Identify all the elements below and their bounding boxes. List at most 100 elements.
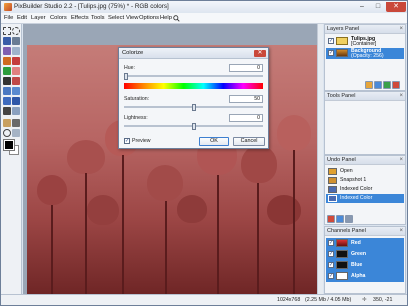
channel-item[interactable]: ✓ Alpha bbox=[326, 271, 404, 282]
lightness-slider-knob[interactable] bbox=[191, 123, 196, 130]
hue-input[interactable]: 0 bbox=[229, 64, 263, 72]
maximize-button[interactable]: □ bbox=[370, 2, 386, 12]
dialog-close-button[interactable]: ✕ bbox=[254, 50, 266, 57]
channels-panel-close-icon[interactable]: × bbox=[399, 227, 403, 236]
hue-slider-knob[interactable] bbox=[124, 73, 128, 80]
undo-item[interactable]: Indexed Color bbox=[326, 185, 404, 194]
tulip-shape bbox=[177, 195, 207, 223]
new-layer-icon[interactable] bbox=[365, 81, 373, 89]
channel-thumbnail bbox=[336, 272, 348, 280]
window-title: PixBuilder Studio 2.2 - [Tulips.jpg (75%… bbox=[14, 3, 169, 10]
pencil-icon[interactable] bbox=[3, 57, 11, 65]
layers-panel-close-icon[interactable]: × bbox=[399, 25, 403, 34]
canvas-scrollbar[interactable] bbox=[317, 24, 323, 294]
layer-buttons bbox=[365, 81, 401, 89]
menu-file[interactable]: File bbox=[4, 15, 13, 21]
channel-checkbox[interactable]: ✓ bbox=[328, 240, 334, 246]
move-icon[interactable] bbox=[12, 37, 20, 45]
gradient-icon[interactable] bbox=[12, 77, 20, 85]
channel-item[interactable]: ✓ Green bbox=[326, 249, 404, 260]
channels-panel: Channels Panel × ✓ Red ✓ Green ✓ Blue ✓ … bbox=[324, 226, 406, 294]
lasso-icon[interactable] bbox=[3, 37, 11, 45]
menu-edit[interactable]: Edit bbox=[17, 15, 27, 21]
visibility-checkbox[interactable]: ✓ bbox=[328, 38, 334, 44]
menu-view[interactable]: View bbox=[126, 15, 138, 21]
clear-history-icon[interactable] bbox=[345, 215, 353, 223]
app-window: PixBuilder Studio 2.2 - [Tulips.jpg (75%… bbox=[0, 0, 408, 306]
ok-button[interactable]: OK bbox=[199, 137, 229, 146]
menu-layer[interactable]: Layer bbox=[31, 15, 46, 21]
eyedropper-icon[interactable] bbox=[3, 119, 11, 127]
dialog-title: Colorize bbox=[122, 50, 144, 56]
history-step-icon bbox=[328, 195, 337, 202]
channels-panel-title: Channels Panel bbox=[327, 228, 366, 234]
minimize-button[interactable]: – bbox=[354, 2, 370, 12]
stem-shape bbox=[293, 150, 295, 294]
layer-thumbnail bbox=[336, 49, 348, 57]
folder-icon bbox=[336, 37, 348, 45]
menu-effects[interactable]: Effects bbox=[71, 15, 89, 21]
undo-item[interactable]: Open bbox=[326, 167, 404, 176]
close-button[interactable]: ✕ bbox=[386, 2, 406, 12]
brush-icon[interactable] bbox=[12, 57, 20, 65]
rotate-icon[interactable] bbox=[12, 129, 20, 137]
menu-help[interactable]: Help bbox=[160, 15, 172, 21]
channel-checkbox[interactable]: ✓ bbox=[328, 262, 334, 268]
channel-checkbox[interactable]: ✓ bbox=[328, 251, 334, 257]
delete-layer-icon[interactable] bbox=[392, 81, 400, 89]
burn-icon[interactable] bbox=[12, 97, 20, 105]
layer-sub: [Container] bbox=[351, 41, 377, 47]
app-icon bbox=[4, 3, 12, 11]
tools-panel-header: Tools Panel × bbox=[325, 92, 405, 101]
cursor-icon: ✛ bbox=[362, 297, 367, 303]
bucket-icon[interactable] bbox=[3, 77, 11, 85]
menu-options[interactable]: Options bbox=[139, 15, 159, 21]
text-icon[interactable] bbox=[3, 107, 11, 115]
magic-wand-icon[interactable] bbox=[3, 47, 11, 55]
snapshot-button-icon[interactable] bbox=[336, 215, 344, 223]
channel-label: Alpha bbox=[351, 273, 366, 279]
undo-panel: Undo Panel × Open Snapshot 1 Indexed Col… bbox=[324, 155, 406, 225]
visibility-checkbox[interactable]: ✓ bbox=[328, 50, 334, 56]
preview-checkbox[interactable]: ✓ bbox=[124, 138, 130, 144]
undo-item[interactable]: Snapshot 1 bbox=[326, 176, 404, 185]
shape-icon[interactable] bbox=[12, 107, 20, 115]
dodge-icon[interactable] bbox=[3, 97, 11, 105]
hand-icon[interactable] bbox=[12, 119, 20, 127]
cancel-button[interactable]: Cancel bbox=[233, 137, 265, 146]
blur-icon[interactable] bbox=[3, 87, 11, 95]
undo-label: Snapshot 1 bbox=[340, 177, 367, 183]
menu-tools[interactable]: Tools bbox=[91, 15, 105, 21]
channel-item[interactable]: ✓ Blue bbox=[326, 260, 404, 271]
search-icon[interactable] bbox=[173, 15, 180, 22]
tools-panel-title: Tools Panel bbox=[327, 93, 356, 99]
layer-item-selected[interactable]: ✓ Background (Opacity: 256) bbox=[326, 48, 404, 59]
undo-panel-close-icon[interactable]: × bbox=[399, 156, 403, 165]
zoom-icon[interactable] bbox=[3, 129, 11, 137]
primary-color-swatch[interactable] bbox=[3, 139, 15, 151]
channel-item[interactable]: ✓ Red bbox=[326, 238, 404, 249]
channel-thumbnail bbox=[336, 250, 348, 258]
saturation-input[interactable]: 50 bbox=[229, 95, 263, 103]
image-dimensions: 1024x768 bbox=[277, 297, 301, 303]
delete-step-icon[interactable] bbox=[327, 215, 335, 223]
crop-icon[interactable] bbox=[12, 47, 20, 55]
duplicate-layer-icon[interactable] bbox=[374, 81, 382, 89]
lightness-input[interactable]: 0 bbox=[229, 114, 263, 122]
merge-layer-icon[interactable] bbox=[383, 81, 391, 89]
layer-item[interactable]: ✓ Tulips.jpg [Container] bbox=[326, 36, 404, 47]
undo-item-selected[interactable]: Indexed Color bbox=[326, 194, 404, 203]
rect-select-icon[interactable] bbox=[3, 27, 11, 35]
menu-colors[interactable]: Colors bbox=[50, 15, 67, 21]
menu-select[interactable]: Select bbox=[108, 15, 124, 21]
tulip-shape bbox=[241, 145, 277, 183]
tools-panel-close-icon[interactable]: × bbox=[399, 92, 403, 101]
sharpen-icon[interactable] bbox=[12, 87, 20, 95]
undo-label: Indexed Color bbox=[340, 195, 373, 201]
saturation-slider-knob[interactable] bbox=[191, 104, 196, 111]
clone-icon[interactable] bbox=[3, 67, 11, 75]
ellipse-select-icon[interactable] bbox=[12, 27, 20, 35]
eraser-icon[interactable] bbox=[12, 67, 20, 75]
hue-slider-track[interactable] bbox=[124, 75, 263, 77]
channel-checkbox[interactable]: ✓ bbox=[328, 273, 334, 279]
